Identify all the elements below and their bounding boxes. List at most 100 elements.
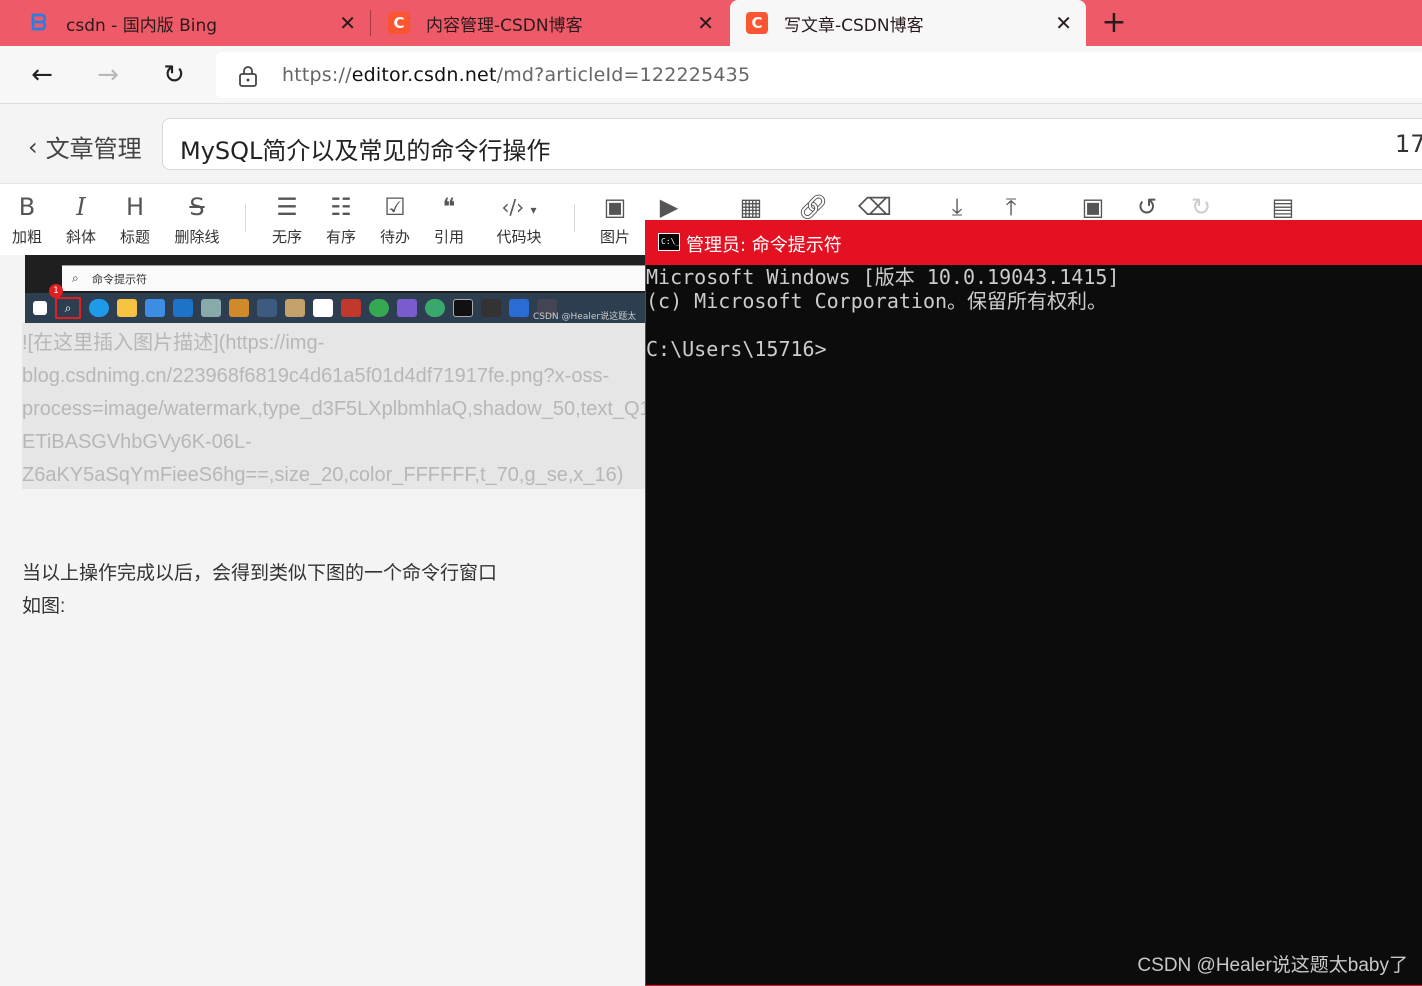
- close-tab-icon[interactable]: ✕: [697, 11, 714, 35]
- heading-icon: H: [125, 193, 145, 221]
- unordered-list-button[interactable]: ☰ 无序: [262, 192, 312, 247]
- link-icon: 🔗︎: [797, 193, 829, 221]
- code-block-button[interactable]: ‹/› ▾ 代码块: [492, 192, 546, 247]
- cmd-icon: C:\_: [658, 233, 680, 251]
- refresh-icon[interactable]: ↻: [157, 58, 191, 92]
- lock-icon: [239, 66, 257, 87]
- strikethrough-icon: S: [189, 193, 205, 221]
- image-markdown-text: ![在这里插入图片描述](https://img- blog.csdnimg.c…: [22, 332, 646, 486]
- undo-button[interactable]: ↺: [1122, 192, 1172, 222]
- tab-bing[interactable]: ᗷ csdn - 国内版 Bing ✕: [0, 0, 370, 46]
- url-text: https://editor.csdn.net/md?articleId=122…: [282, 64, 751, 86]
- redo-icon: ↻: [1190, 193, 1212, 221]
- video-icon: ▶: [659, 193, 679, 221]
- notification-badge: 1: [49, 284, 63, 298]
- taskbar-search-icon: ⌕: [55, 297, 81, 319]
- video-button[interactable]: ▶: [644, 192, 694, 222]
- windows-start-icon: [33, 301, 47, 315]
- eraser-icon: ⌫: [858, 193, 892, 221]
- tab-title: 内容管理-CSDN博客: [426, 15, 583, 36]
- caret-down-icon: ▾: [530, 203, 537, 217]
- folder-icon: [117, 299, 137, 317]
- chrome-icon: [369, 299, 389, 317]
- article-management-link[interactable]: ‹ 文章管理: [28, 129, 142, 164]
- link-button[interactable]: 🔗︎: [788, 192, 838, 222]
- forward-arrow-icon[interactable]: →: [91, 58, 125, 92]
- app-icon: [509, 299, 529, 317]
- layout-button[interactable]: ▤: [1258, 192, 1308, 222]
- upload-icon: ⤒: [1005, 193, 1017, 221]
- close-tab-icon[interactable]: ✕: [339, 11, 356, 35]
- code-icon: ‹/› ▾: [501, 195, 537, 219]
- save-icon: ▣: [1081, 193, 1105, 221]
- app-icon: [341, 299, 361, 317]
- back-label: 文章管理: [45, 135, 142, 163]
- tab-write-article[interactable]: C 写文章-CSDN博客 ✕: [730, 0, 1086, 46]
- table-button[interactable]: ▦: [726, 192, 776, 222]
- bold-button[interactable]: B 加粗: [2, 192, 52, 247]
- thumbnail-watermark: CSDN @Healer说这题太baby了: [533, 312, 637, 322]
- toolbar-divider: [245, 204, 246, 232]
- cmd-blank-line: [646, 313, 1422, 337]
- paragraph-text: 当以上操作完成以后，会得到类似下图的一个命令行窗口: [22, 563, 498, 584]
- screenshot-thumbnail: ⌕ 命令提示符 ⌕ 1 CSDN @Healer说这题太baby了: [25, 255, 646, 323]
- cmd-titlebar[interactable]: C:\_ 管理员: 命令提示符: [646, 220, 1422, 265]
- address-bar[interactable]: https://editor.csdn.net/md?articleId=122…: [216, 52, 1422, 98]
- quote-button[interactable]: ❝ 引用: [424, 192, 474, 247]
- browser-toolbar: ← → ↻ https://editor.csdn.net/md?article…: [0, 46, 1422, 104]
- layout-icon: ▤: [1271, 193, 1295, 221]
- close-tab-icon[interactable]: ✕: [1055, 11, 1072, 35]
- app-icon: [397, 299, 417, 317]
- tab-divider: [370, 10, 371, 36]
- app-icon: [425, 299, 445, 317]
- tab-title: 写文章-CSDN博客: [784, 15, 924, 36]
- article-title-text: MySQL简介以及常见的命令行操作: [180, 137, 551, 165]
- save-button[interactable]: ▣: [1068, 192, 1118, 222]
- mail-icon: [173, 299, 193, 317]
- image-icon: ▣: [603, 193, 627, 221]
- checklist-icon: ☑: [384, 193, 406, 221]
- back-arrow-icon[interactable]: ←: [25, 58, 59, 92]
- app-icon: [229, 299, 249, 317]
- app-icon: [481, 299, 501, 317]
- bing-icon: ᗷ: [31, 10, 47, 36]
- tab-title: csdn - 国内版 Bing: [66, 15, 218, 36]
- heading-button[interactable]: H 标题: [110, 192, 160, 247]
- app-icon: [201, 299, 221, 317]
- clear-format-button[interactable]: ⌫: [850, 192, 900, 222]
- strikethrough-button[interactable]: S 删除线: [172, 192, 222, 247]
- image-button[interactable]: ▣ 图片: [590, 192, 640, 247]
- cmd-line: (c) Microsoft Corporation。保留所有权利。: [646, 289, 1108, 313]
- italic-button[interactable]: I 斜体: [56, 192, 106, 247]
- tab-content-management[interactable]: C 内容管理-CSDN博客 ✕: [372, 0, 728, 46]
- cmd-output[interactable]: Microsoft Windows [版本 10.0.19043.1415] (c…: [646, 265, 1422, 361]
- todo-button[interactable]: ☑ 待办: [370, 192, 420, 247]
- ordered-list-icon: ☷: [330, 193, 352, 221]
- new-tab-plus-icon[interactable]: +: [1098, 5, 1130, 40]
- italic-icon: I: [76, 193, 86, 221]
- edge-icon: [89, 299, 109, 317]
- title-char-count: 17: [1395, 130, 1422, 158]
- typora-icon: [313, 299, 333, 317]
- article-title-input[interactable]: MySQL简介以及常见的命令行操作 17: [162, 118, 1422, 170]
- search-icon: ⌕: [72, 271, 79, 285]
- paragraph-text: 如图:: [22, 596, 66, 617]
- editor-header: ‹ 文章管理 MySQL简介以及常见的命令行操作 17: [0, 105, 1422, 183]
- table-icon: ▦: [739, 193, 763, 221]
- download-icon: ⤓: [951, 193, 963, 221]
- store-icon: [145, 299, 165, 317]
- ordered-list-button[interactable]: ☷ 有序: [316, 192, 366, 247]
- cmd-title: 管理员: 命令提示符: [686, 235, 842, 256]
- thumbnail-search-bar: ⌕ 命令提示符: [62, 265, 646, 291]
- editor-content[interactable]: ⌕ 命令提示符 ⌕ 1 CSDN @Healer说这题太baby了: [0, 255, 646, 986]
- image-markdown-block[interactable]: ![在这里插入图片描述](https://img- blog.csdnimg.c…: [22, 323, 646, 489]
- cmd-prompt: C:\Users\15716>: [646, 337, 827, 361]
- command-prompt-window[interactable]: C:\_ 管理员: 命令提示符 Microsoft Windows [版本 10…: [645, 220, 1422, 986]
- redo-button[interactable]: ↻: [1176, 192, 1226, 222]
- csdn-icon: C: [746, 12, 768, 34]
- app-icon: [285, 299, 305, 317]
- cmd-line: Microsoft Windows [版本 10.0.19043.1415]: [646, 265, 1120, 289]
- app-icon: [257, 299, 277, 317]
- import-button[interactable]: ⤓: [932, 192, 982, 222]
- export-button[interactable]: ⤒: [986, 192, 1036, 222]
